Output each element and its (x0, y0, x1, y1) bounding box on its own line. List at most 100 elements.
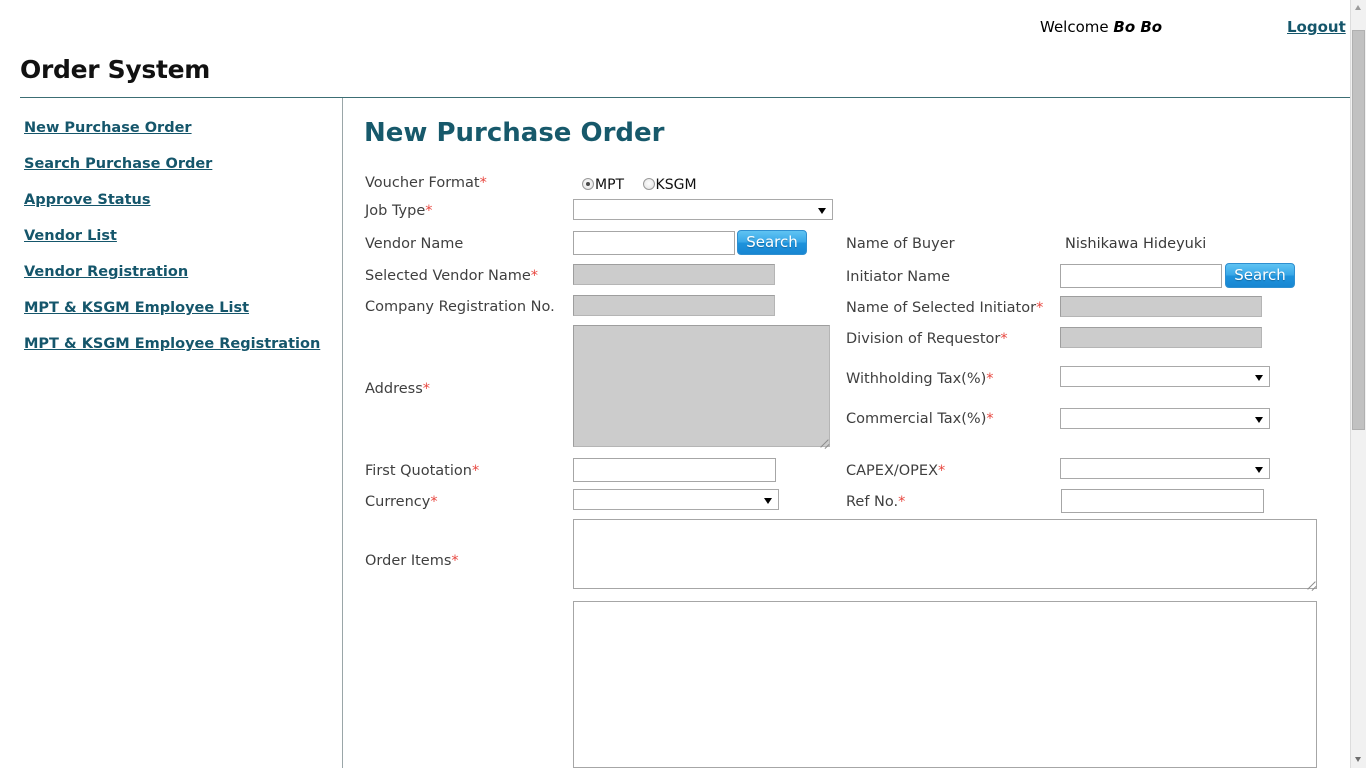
label-job-type: Job Type* (365, 203, 433, 219)
order-items-textarea[interactable] (573, 519, 1317, 589)
selected-vendor-name-field (573, 264, 775, 285)
voucher-format-radio-group: MPT KSGM (582, 176, 711, 193)
radio-option-ksgm[interactable]: KSGM (642, 176, 697, 193)
job-type-select-wrap[interactable] (573, 199, 833, 220)
name-of-buyer-value: Nishikawa Hideyuki (1065, 236, 1207, 252)
sidebar-item-employee-registration[interactable]: MPT & KSGM Employee Registration (24, 336, 320, 352)
capex-opex-select[interactable] (1060, 458, 1270, 479)
label-first-quotation-text: First Quotation (365, 463, 472, 479)
required-asterisk: * (938, 463, 946, 479)
label-selected-vendor-name: Selected Vendor Name* (365, 268, 538, 284)
required-asterisk: * (471, 463, 480, 479)
label-company-registration-no: Company Registration No. (365, 299, 555, 315)
top-header: Welcome Bo Bo Logout Order System (0, 0, 1350, 98)
sidebar-nav: New Purchase Order Search Purchase Order… (0, 98, 343, 768)
required-asterisk: * (1000, 331, 1008, 347)
welcome-label: Welcome (1040, 18, 1109, 36)
required-asterisk: * (898, 494, 906, 510)
sidebar-item-vendor-registration[interactable]: Vendor Registration (24, 264, 188, 280)
scrollbar-thumb[interactable] (1352, 30, 1365, 430)
label-name-of-selected-initiator: Name of Selected Initiator* (846, 300, 1043, 316)
sidebar-item-approve-status[interactable]: Approve Status (24, 192, 150, 208)
required-asterisk: * (986, 371, 994, 387)
scroll-up-button[interactable] (1351, 0, 1366, 16)
radio-label-mpt: MPT (595, 177, 625, 193)
job-type-select[interactable] (573, 199, 833, 220)
label-voucher-format: Voucher Format* (365, 175, 487, 191)
label-currency-text: Currency (365, 494, 431, 510)
required-asterisk: * (425, 203, 433, 219)
label-address-text: Address (365, 381, 423, 397)
name-of-selected-initiator-field (1060, 296, 1262, 317)
sidebar-item-search-purchase-order[interactable]: Search Purchase Order (24, 156, 212, 172)
label-order-items: Order Items* (365, 553, 459, 569)
radio-indicator-ksgm[interactable] (642, 178, 655, 190)
radio-label-ksgm: KSGM (655, 177, 697, 193)
company-registration-no-field (573, 295, 775, 316)
label-name-of-buyer: Name of Buyer (846, 236, 955, 252)
commercial-tax-select[interactable] (1060, 408, 1270, 429)
label-name-of-selected-initiator-text: Name of Selected Initiator (846, 300, 1037, 316)
label-vendor-name-text: Vendor Name (365, 236, 464, 252)
sidebar-item-employee-list[interactable]: MPT & KSGM Employee List (24, 300, 249, 316)
page-root: Welcome Bo Bo Logout Order System New Pu… (0, 0, 1366, 768)
label-job-type-text: Job Type (365, 203, 426, 219)
required-asterisk: * (530, 268, 539, 284)
label-company-registration-no-text: Company Registration No. (365, 299, 555, 315)
required-asterisk: * (430, 494, 438, 510)
first-quotation-input[interactable] (573, 458, 776, 482)
chevron-down-icon (1355, 757, 1361, 762)
app-title: Order System (20, 55, 211, 84)
initiator-name-input[interactable] (1060, 264, 1222, 288)
logout-link[interactable]: Logout (1287, 18, 1346, 36)
label-order-items-text: Order Items (365, 553, 452, 569)
label-withholding-tax: Withholding Tax(%)* (846, 371, 994, 387)
label-selected-vendor-name-text: Selected Vendor Name (365, 268, 531, 284)
welcome-username: Bo Bo (1113, 18, 1163, 36)
label-first-quotation: First Quotation* (365, 463, 479, 479)
label-initiator-name: Initiator Name (846, 269, 950, 285)
label-ref-no-text: Ref No. (846, 494, 899, 510)
welcome-text: Welcome Bo Bo (1040, 18, 1162, 36)
sidebar-item-new-purchase-order[interactable]: New Purchase Order (24, 120, 192, 136)
label-currency: Currency* (365, 494, 438, 510)
radio-indicator-mpt[interactable] (582, 178, 594, 190)
label-voucher-format-text: Voucher Format (365, 175, 480, 191)
scroll-down-button[interactable] (1351, 752, 1366, 768)
label-division-of-requestor-text: Division of Requestor (846, 331, 1001, 347)
label-name-of-buyer-text: Name of Buyer (846, 236, 955, 252)
label-commercial-tax: Commercial Tax(%)* (846, 411, 994, 427)
withholding-tax-select[interactable] (1060, 366, 1270, 387)
main-content: New Purchase Order Voucher Format* MPT K… (344, 98, 1350, 768)
address-textarea (573, 325, 830, 447)
division-of-requestor-field (1060, 327, 1262, 348)
capex-opex-select-wrap[interactable] (1060, 458, 1270, 479)
label-initiator-name-text: Initiator Name (846, 269, 950, 285)
vertical-scrollbar[interactable] (1350, 0, 1366, 768)
required-asterisk: * (451, 553, 459, 569)
chevron-up-icon (1355, 5, 1361, 10)
label-capex-opex: CAPEX/OPEX* (846, 463, 945, 479)
label-division-of-requestor: Division of Requestor* (846, 331, 1008, 347)
label-vendor-name: Vendor Name (365, 236, 463, 252)
withholding-tax-select-wrap[interactable] (1060, 366, 1270, 387)
label-address: Address* (365, 381, 430, 397)
vendor-name-input[interactable] (573, 231, 735, 255)
radio-option-mpt[interactable]: MPT (582, 176, 624, 193)
required-asterisk: * (986, 411, 994, 427)
label-capex-opex-text: CAPEX/OPEX (846, 463, 939, 479)
currency-select-wrap[interactable] (573, 489, 779, 510)
vendor-search-button[interactable]: Search (737, 230, 807, 255)
initiator-search-button[interactable]: Search (1225, 263, 1295, 288)
currency-select[interactable] (573, 489, 779, 510)
sidebar-item-vendor-list[interactable]: Vendor List (24, 228, 117, 244)
required-asterisk: * (479, 175, 487, 191)
order-details-textarea[interactable] (573, 601, 1317, 768)
required-asterisk: * (1036, 300, 1044, 316)
ref-no-input[interactable] (1061, 489, 1264, 513)
commercial-tax-select-wrap[interactable] (1060, 408, 1270, 429)
label-withholding-tax-text: Withholding Tax(%) (846, 371, 987, 387)
required-asterisk: * (422, 381, 430, 397)
page-title: New Purchase Order (364, 118, 665, 148)
label-ref-no: Ref No.* (846, 494, 905, 510)
